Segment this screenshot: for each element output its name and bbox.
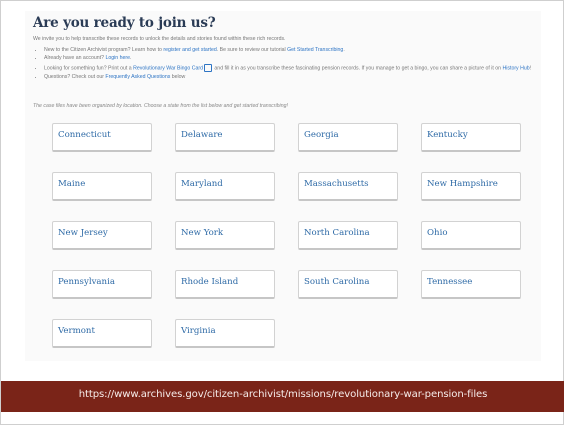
info-bullet-list: New to the Citizen Archivist program? Le… [33, 47, 541, 82]
state-button-vermont[interactable]: Vermont [52, 319, 152, 348]
source-url: https://www.archives.gov/citizen-archivi… [78, 389, 488, 400]
state-button-georgia[interactable]: Georgia [298, 123, 398, 152]
state-button-rhode-island[interactable]: Rhode Island [175, 270, 275, 299]
state-button-kentucky[interactable]: Kentucky [421, 123, 521, 152]
state-button-connecticut[interactable]: Connecticut [52, 123, 152, 152]
state-button-new-jersey[interactable]: New Jersey [52, 221, 152, 250]
state-button-south-carolina[interactable]: South Carolina [298, 270, 398, 299]
bingo-card-link[interactable]: Revolutionary War Bingo Card [133, 65, 203, 71]
state-button-delaware[interactable]: Delaware [175, 123, 275, 152]
slide-frame: Are you ready to join us? We invite you … [0, 0, 564, 425]
register-link[interactable]: register and get started [163, 47, 216, 53]
state-button-grid: Connecticut Delaware Georgia Kentucky Ma… [52, 123, 521, 348]
history-hub-link[interactable]: History Hub [503, 65, 530, 71]
state-button-virginia[interactable]: Virginia [175, 319, 275, 348]
intro-text: We invite you to help transcribe these r… [33, 36, 286, 42]
state-button-maine[interactable]: Maine [52, 172, 152, 201]
url-caption-bar: https://www.archives.gov/citizen-archivi… [1, 381, 564, 412]
state-button-maryland[interactable]: Maryland [175, 172, 275, 201]
bullet-login: Already have an account? Login here. [44, 55, 541, 62]
faq-link[interactable]: Frequently Asked Questions [105, 74, 170, 80]
bullet-bingo: Looking for something fun? Print out a R… [44, 63, 541, 72]
state-button-new-york[interactable]: New York [175, 221, 275, 250]
state-button-massachusetts[interactable]: Massachusetts [298, 172, 398, 201]
page-heading: Are you ready to join us? [33, 15, 216, 31]
state-button-pennsylvania[interactable]: Pennsylvania [52, 270, 152, 299]
organization-note: The case files have been organized by lo… [33, 103, 288, 109]
page-screenshot: Are you ready to join us? We invite you … [25, 11, 541, 361]
state-button-tennessee[interactable]: Tennessee [421, 270, 521, 299]
bullet-new-user: New to the Citizen Archivist program? Le… [44, 47, 541, 54]
state-button-north-carolina[interactable]: North Carolina [298, 221, 398, 250]
login-link[interactable]: Login here [105, 55, 130, 61]
bullet-questions: Questions? Check out our Frequently Aske… [44, 74, 541, 81]
state-button-ohio[interactable]: Ohio [421, 221, 521, 250]
external-document-icon [203, 63, 212, 72]
tutorial-link[interactable]: Get Started Transcribing [287, 47, 343, 53]
state-button-new-hampshire[interactable]: New Hampshire [421, 172, 521, 201]
